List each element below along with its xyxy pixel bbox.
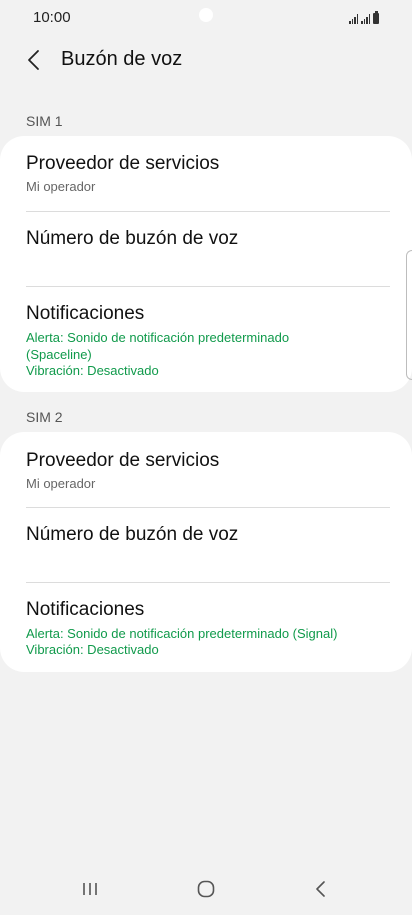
row-service-provider-sim2[interactable]: Proveedor de servicios Mi operador [0, 432, 412, 508]
row-notifications-sim1[interactable]: Notificaciones Alerta: Sonido de notific… [0, 287, 412, 392]
home-button[interactable] [186, 874, 226, 904]
section-header-sim1: SIM 1 [26, 113, 63, 129]
row-voicemail-number-sim2[interactable]: Número de buzón de voz [0, 508, 412, 582]
recent-apps-icon [83, 883, 97, 895]
section-header-sim2: SIM 2 [26, 409, 63, 425]
alert-sound-text: Alerta: Sonido de notificación predeterm… [26, 330, 290, 362]
status-icons [349, 10, 379, 24]
back-icon [316, 881, 325, 897]
row-title: Notificaciones [26, 599, 145, 620]
row-title: Número de buzón de voz [26, 524, 239, 545]
vibration-text: Vibración: Desactivado [26, 642, 159, 657]
nav-back-button[interactable] [301, 874, 341, 904]
recent-apps-button[interactable] [70, 874, 110, 904]
row-notifications-sim2[interactable]: Notificaciones Alerta: Sonido de notific… [0, 583, 412, 672]
status-bar: 10:00 [0, 0, 412, 36]
status-time: 10:00 [33, 9, 71, 26]
card-sim2: Proveedor de servicios Mi operador Númer… [0, 432, 412, 672]
alert-sound-text: Alerta: Sonido de notificación predeterm… [26, 626, 338, 641]
app-bar: Buzón de voz [0, 36, 412, 84]
page-title: Buzón de voz [61, 48, 183, 70]
scrollbar[interactable] [406, 250, 412, 380]
signal-sim2-icon [361, 14, 370, 24]
row-subtitle: Mi operador [26, 476, 96, 491]
navigation-bar [0, 862, 412, 915]
row-title: Proveedor de servicios [26, 450, 220, 471]
battery-icon [373, 11, 379, 24]
row-subtitle: Mi operador [26, 179, 96, 194]
row-title: Notificaciones [26, 303, 145, 324]
row-title: Número de buzón de voz [26, 228, 239, 249]
chevron-left-icon [28, 50, 39, 70]
home-icon [197, 880, 215, 898]
vibration-text: Vibración: Desactivado [26, 363, 159, 378]
row-voicemail-number-sim1[interactable]: Número de buzón de voz [0, 212, 412, 286]
row-service-provider-sim1[interactable]: Proveedor de servicios Mi operador [0, 136, 412, 212]
signal-sim1-icon [349, 14, 358, 24]
card-sim1: Proveedor de servicios Mi operador Númer… [0, 136, 412, 392]
row-title: Proveedor de servicios [26, 153, 220, 174]
back-button[interactable] [20, 46, 48, 74]
camera-cutout [199, 8, 213, 22]
